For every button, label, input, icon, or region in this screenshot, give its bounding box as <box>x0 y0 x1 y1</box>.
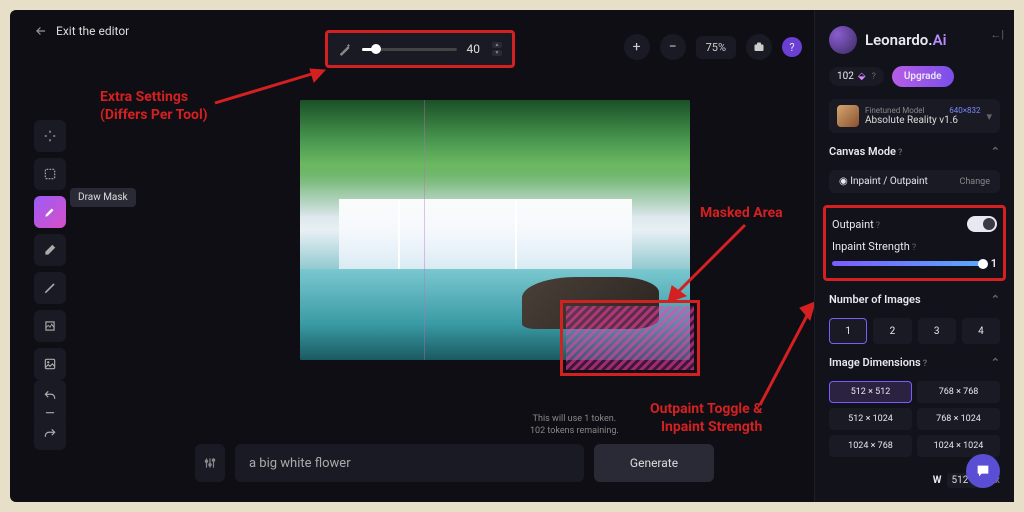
sidebar-collapse-button[interactable]: ←| <box>990 28 1004 41</box>
outpaint-strength-section: Outpaint? Inpaint Strength? 1 <box>823 205 1006 281</box>
pen-tool[interactable] <box>34 272 66 304</box>
zoom-level[interactable]: 75% <box>696 36 736 59</box>
brush-size-value: 40 <box>467 42 481 56</box>
canvas-mode-label: Canvas Mode? <box>829 145 902 158</box>
help-button[interactable]: ? <box>782 37 802 57</box>
token-count-badge[interactable]: 102⬙? <box>829 67 884 86</box>
dimension-option[interactable]: 1024 × 768 <box>829 435 912 457</box>
width-label: W <box>933 475 942 486</box>
strength-value: 1 <box>991 257 997 270</box>
step-up-button[interactable]: ▲ <box>492 42 502 48</box>
outpaint-toggle[interactable] <box>967 216 997 232</box>
sliders-icon <box>203 456 217 470</box>
brand-name: Leonardo.Ai <box>865 31 946 49</box>
dimension-option[interactable]: 768 × 768 <box>917 381 1000 403</box>
chevron-up-icon[interactable]: ⌃ <box>991 356 1000 369</box>
brush-size-slider[interactable] <box>362 48 457 51</box>
draw-mask-tool[interactable] <box>34 196 66 228</box>
undo-button[interactable] <box>34 380 66 412</box>
erase-tool[interactable] <box>34 234 66 266</box>
exit-label: Exit the editor <box>56 24 129 38</box>
dimension-option[interactable]: 512 × 512 <box>829 381 912 403</box>
chat-button[interactable] <box>966 454 1000 488</box>
dimensions-label: Image Dimensions? <box>829 356 927 369</box>
image-tool[interactable] <box>34 348 66 380</box>
right-sidebar: ←| Leonardo.Ai 102⬙? Upgrade Finetuned M… <box>814 10 1014 502</box>
prompt-input[interactable]: a big white flower <box>235 444 584 482</box>
wand-icon <box>338 42 352 56</box>
extra-settings-panel: 40 ▲ ▼ <box>325 30 515 68</box>
token-info: This will use 1 token.102 tokens remaini… <box>530 413 619 438</box>
strength-label: Inpaint Strength? <box>832 240 997 253</box>
left-toolbar <box>34 120 66 424</box>
briefcase-icon <box>753 41 765 53</box>
outpaint-boundary <box>424 100 425 360</box>
redo-button[interactable] <box>34 418 66 450</box>
brand-avatar <box>829 26 857 54</box>
pan-tool[interactable] <box>34 120 66 152</box>
model-selector[interactable]: Finetuned Model640×832 Absolute Reality … <box>829 99 1000 133</box>
zoom-in-button[interactable]: + <box>624 34 650 60</box>
upgrade-button[interactable]: Upgrade <box>892 66 954 87</box>
arrow-left-icon <box>34 24 48 38</box>
step-down-button[interactable]: ▼ <box>492 50 502 56</box>
dimension-option[interactable]: 512 × 1024 <box>829 408 912 430</box>
exit-editor-button[interactable]: Exit the editor <box>34 24 129 38</box>
masked-area-highlight <box>560 300 700 376</box>
chevron-up-icon[interactable]: ⌃ <box>991 145 1000 158</box>
num-images-label: Number of Images <box>829 293 921 306</box>
num-images-option[interactable]: 1 <box>829 318 867 344</box>
annotation-outpaint: Outpaint Toggle & Inpaint Strength <box>650 400 762 436</box>
fit-button[interactable] <box>746 34 772 60</box>
sketch-tool[interactable] <box>34 310 66 342</box>
inpaint-strength-slider[interactable] <box>832 261 983 266</box>
prompt-settings-button[interactable] <box>195 444 225 482</box>
chevron-down-icon: ▾ <box>986 110 992 123</box>
num-images-option[interactable]: 3 <box>918 318 956 344</box>
outpaint-label: Outpaint? <box>832 218 880 231</box>
annotation-extra: Extra Settings (Differs Per Tool) <box>100 88 208 124</box>
chat-icon <box>975 463 991 479</box>
chevron-up-icon[interactable]: ⌃ <box>991 293 1000 306</box>
dimension-option[interactable]: 768 × 1024 <box>917 408 1000 430</box>
mode-selector[interactable]: ◉ Inpaint / OutpaintChange <box>829 170 1000 193</box>
model-thumbnail <box>837 105 859 127</box>
tool-tooltip: Draw Mask <box>70 188 136 207</box>
num-images-option[interactable]: 4 <box>962 318 1000 344</box>
select-tool[interactable] <box>34 158 66 190</box>
zoom-out-button[interactable]: − <box>660 34 686 60</box>
generate-button[interactable]: Generate <box>594 444 714 482</box>
num-images-option[interactable]: 2 <box>873 318 911 344</box>
